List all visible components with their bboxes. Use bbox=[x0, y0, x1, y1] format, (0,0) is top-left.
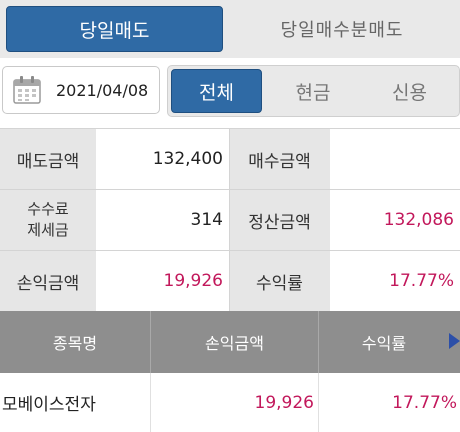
segment-credit[interactable]: 신용 bbox=[361, 69, 458, 113]
buy-amount-value bbox=[330, 129, 460, 189]
table-header: 종목명 손익금액 수익률 bbox=[0, 311, 460, 373]
calendar-icon bbox=[12, 75, 42, 105]
segment-cash[interactable]: 현금 bbox=[265, 69, 361, 113]
settle-amount-label: 정산금액 bbox=[229, 190, 330, 250]
date-value: 2021/04/08 bbox=[56, 80, 149, 100]
fee-tax-label: 수수료 제세금 bbox=[0, 190, 96, 250]
scroll-right-arrow-icon[interactable] bbox=[449, 333, 460, 349]
account-type-segment: 전체 현금 신용 bbox=[167, 65, 460, 117]
return-rate-value: 17.77% bbox=[330, 251, 460, 311]
filter-row: 2021/04/08 전체 현금 신용 bbox=[0, 58, 460, 126]
return-rate-cell: 17.77% bbox=[392, 392, 457, 413]
pnl-label: 손익금액 bbox=[0, 251, 96, 311]
table-row[interactable]: 모베이스전자 19,926 17.77% bbox=[0, 373, 460, 432]
stock-name-cell: 모베이스전자 bbox=[2, 395, 96, 415]
fee-tax-value: 314 bbox=[96, 190, 229, 250]
column-stock-name[interactable]: 종목명 bbox=[0, 311, 150, 373]
summary-grid: 매도금액 132,400 매수금액 수수료 제세금 314 정산금액 132,0… bbox=[0, 128, 460, 312]
tab-today-buy-sell[interactable]: 당일매수분매도 bbox=[226, 6, 458, 52]
top-tab-bar: 당일매도 당일매수분매도 bbox=[0, 0, 460, 58]
fee-label: 수수료 bbox=[27, 200, 69, 218]
sell-amount-label: 매도금액 bbox=[0, 129, 96, 189]
tab-today-sell[interactable]: 당일매도 bbox=[6, 6, 223, 52]
return-rate-label: 수익률 bbox=[229, 251, 330, 311]
column-pnl[interactable]: 손익금액 bbox=[151, 311, 318, 373]
pnl-value: 19,926 bbox=[96, 251, 229, 311]
settle-amount-value: 132,086 bbox=[330, 190, 460, 250]
segment-all[interactable]: 전체 bbox=[171, 69, 262, 113]
buy-amount-label: 매수금액 bbox=[229, 129, 330, 189]
sell-amount-value: 132,400 bbox=[96, 129, 229, 189]
tax-label: 제세금 bbox=[27, 221, 69, 239]
pnl-cell: 19,926 bbox=[254, 392, 314, 413]
column-return-rate[interactable]: 수익률 bbox=[319, 311, 449, 373]
date-picker[interactable]: 2021/04/08 bbox=[2, 66, 160, 114]
